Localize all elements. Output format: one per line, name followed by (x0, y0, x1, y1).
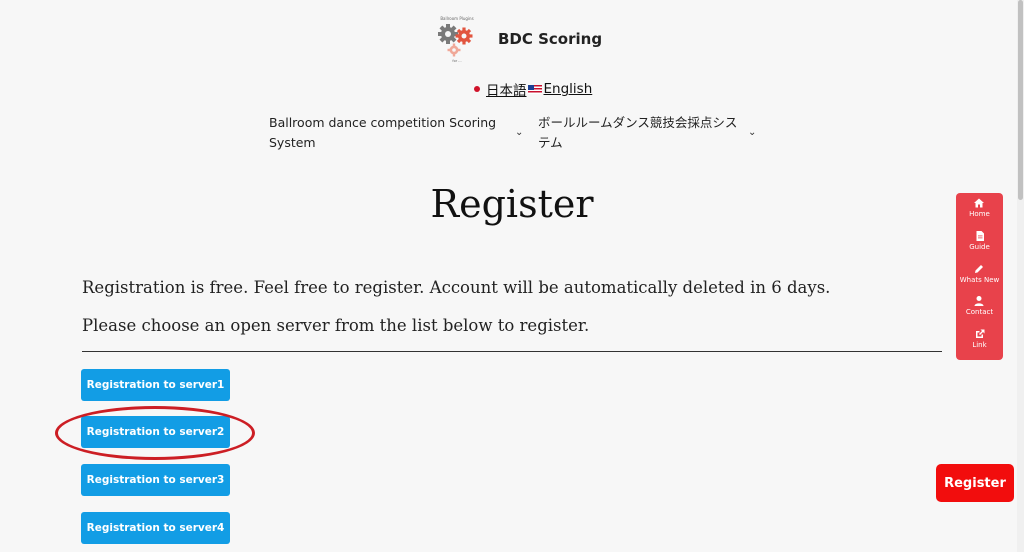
side-menu-item-guide[interactable]: Guide (969, 229, 990, 262)
scrollbar-thumb[interactable] (1018, 0, 1023, 200)
side-menu-label: Home (969, 210, 990, 218)
side-menu-label: Link (972, 341, 987, 350)
nav-item-label: ボールルームダンス競技会採点システム (538, 115, 738, 150)
intro-text: Registration is free. Feel free to regis… (82, 278, 831, 297)
home-icon (974, 198, 985, 208)
japan-flag-icon (472, 84, 482, 94)
register-server4-button[interactable]: Registration to server4 (81, 512, 230, 544)
nav-item-scoring-system[interactable]: Ballroom dance competition Scoring Syste… (269, 113, 523, 153)
us-flag-icon (527, 84, 542, 94)
site-logo[interactable]: Ballroom Plugins for ... (434, 14, 480, 64)
divider (82, 351, 942, 352)
nav-item-scoring-system-japanese[interactable]: ボールルームダンス競技会採点システム ⌄ (538, 113, 756, 153)
side-menu-label: Contact (965, 308, 994, 317)
side-menu-item-contact[interactable]: Contact (966, 294, 993, 327)
side-menu-label: Whats New (959, 275, 1000, 284)
side-menu: Home Guide Whats New Contact Link (956, 193, 1003, 360)
side-menu-item-whats-new[interactable]: Whats New (959, 262, 1000, 295)
side-menu-item-home[interactable]: Home (969, 196, 990, 229)
instruction-text: Please choose an open server from the li… (82, 316, 590, 335)
side-menu-item-link[interactable]: Link (972, 327, 987, 360)
user-icon (974, 296, 984, 307)
side-menu-label: Guide (969, 242, 990, 251)
language-link-english[interactable]: English (544, 81, 593, 97)
gears-logo-icon: Ballroom Plugins for ... (438, 16, 474, 63)
page-title: Register (430, 182, 594, 226)
nav-item-label: Ballroom dance competition Scoring Syste… (269, 115, 497, 150)
language-switcher: 日本語 English (472, 79, 592, 99)
svg-text:for ...: for ... (452, 59, 461, 63)
site-title[interactable]: BDC Scoring (498, 30, 602, 48)
chevron-down-icon[interactable]: ⌄ (748, 123, 756, 143)
pencil-icon (975, 264, 984, 273)
language-link-japanese[interactable]: 日本語 (486, 79, 527, 99)
document-icon (976, 230, 984, 241)
chevron-down-icon[interactable]: ⌄ (515, 123, 523, 143)
register-server3-button[interactable]: Registration to server3 (81, 464, 230, 496)
highlight-annotation (55, 406, 255, 460)
svg-text:Ballroom Plugins: Ballroom Plugins (440, 16, 473, 21)
external-link-icon (975, 329, 984, 339)
register-server1-button[interactable]: Registration to server1 (81, 369, 230, 401)
floating-register-button[interactable]: Register (936, 464, 1014, 502)
